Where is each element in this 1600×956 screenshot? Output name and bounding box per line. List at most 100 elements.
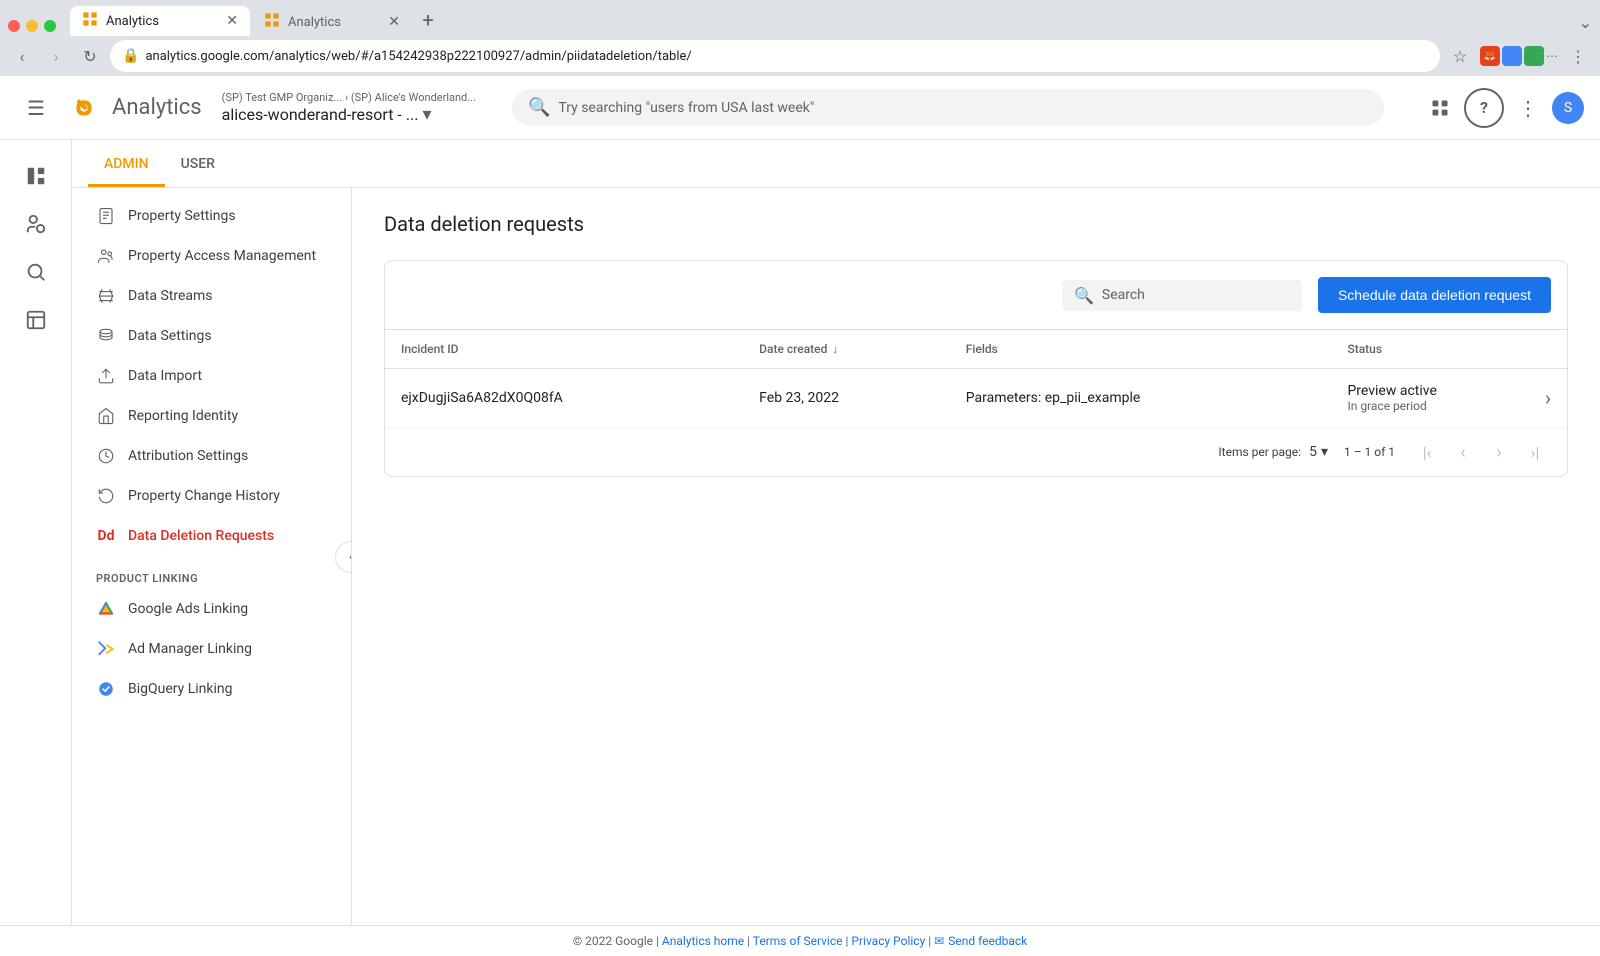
ext2[interactable] — [1502, 46, 1522, 66]
tab2-label: Analytics — [288, 15, 341, 30]
sidebar-item-property-settings[interactable]: Property Settings — [72, 196, 351, 236]
left-nav-icons — [0, 140, 72, 925]
main-area: ADMIN USER Property Settings — [0, 140, 1600, 925]
avatar[interactable]: S — [1552, 92, 1584, 124]
app-header: ☰ Analytics (SP) Test GMP Organiz... › (… — [0, 76, 1600, 140]
next-page-button[interactable]: › — [1483, 436, 1515, 468]
sidebar-item-label: Attribution Settings — [128, 448, 248, 464]
browser-chrome: Analytics ✕ Analytics ✕ + ⌄ ‹ › ↻ 🔒 anal… — [0, 0, 1600, 76]
header-actions: ? ⋮ S — [1420, 88, 1584, 128]
more-button[interactable]: ⋮ — [1508, 88, 1548, 128]
feedback-icon: ✉ — [934, 934, 944, 948]
sidebar-item-ad-manager[interactable]: Ad Manager Linking — [72, 629, 351, 669]
new-tab-button[interactable]: + — [414, 6, 442, 34]
sidebar-item-data-settings[interactable]: Data Settings — [72, 316, 351, 356]
app-name: Analytics — [112, 95, 202, 120]
status-sub: In grace period — [1347, 399, 1436, 413]
footer-terms-of-service[interactable]: Terms of Service — [753, 934, 843, 948]
sidebar-item-attribution-settings[interactable]: Attribution Settings — [72, 436, 351, 476]
help-button[interactable]: ? — [1464, 88, 1504, 128]
sidebar-item-label: BigQuery Linking — [128, 681, 233, 697]
maximize-btn[interactable] — [44, 20, 56, 32]
minimize-btn[interactable] — [26, 20, 38, 32]
attribution-icon — [96, 446, 116, 466]
address-bar-row: ‹ › ↻ 🔒 analytics.google.com/analytics/w… — [0, 36, 1600, 76]
tab-user[interactable]: USER — [165, 144, 231, 187]
ext3[interactable] — [1524, 46, 1544, 66]
tab-close-icon[interactable]: ✕ — [226, 13, 238, 29]
page-info: 1 – 1 of 1 — [1344, 445, 1395, 459]
bookmark-icon[interactable]: ☆ — [1446, 42, 1474, 70]
sidebar-item-label: Property Access Management — [128, 248, 316, 264]
per-page-select[interactable]: 5 ▾ — [1309, 444, 1328, 460]
tab-admin[interactable]: ADMIN — [88, 144, 165, 187]
last-page-button[interactable]: ›| — [1519, 436, 1551, 468]
footer-privacy-policy[interactable]: Privacy Policy — [851, 934, 925, 948]
prev-page-button[interactable]: ‹ — [1447, 436, 1479, 468]
pagination: Items per page: 5 ▾ 1 – 1 of 1 |‹ ‹ › — [385, 428, 1567, 476]
property-name[interactable]: alices-wonderand-resort - ... ▾ — [222, 104, 476, 125]
app-footer: © 2022 Google | Analytics home | Terms o… — [0, 925, 1600, 956]
main-panel: Data deletion requests 🔍 Search Schedule… — [352, 188, 1600, 925]
tab-label: Analytics — [106, 14, 159, 29]
sidebar-item-label: Data Deletion Requests — [128, 528, 274, 544]
ext1[interactable]: 🦊 — [1480, 46, 1500, 66]
col-date-created[interactable]: Date created ↓ — [743, 330, 950, 369]
sidebar-item-google-ads[interactable]: Google Ads Linking — [72, 589, 351, 629]
table-search-box[interactable]: 🔍 Search — [1062, 280, 1302, 311]
tab-bar: Analytics ✕ Analytics ✕ + ⌄ — [0, 0, 1600, 36]
sidebar-item-property-access[interactable]: Property Access Management — [72, 236, 351, 276]
schedule-deletion-button[interactable]: Schedule data deletion request — [1318, 277, 1551, 313]
tab2-favicon — [264, 12, 280, 32]
sidebar-item-data-streams[interactable]: Data Streams — [72, 276, 351, 316]
sidebar-item-data-import[interactable]: Data Import — [72, 356, 351, 396]
sidebar-item-reporting-identity[interactable]: Reporting Identity — [72, 396, 351, 436]
data-table: Incident ID Date created ↓ Fields — [385, 330, 1567, 428]
apps-button[interactable] — [1420, 88, 1460, 128]
admin-content: Property Settings Property Access Manage… — [72, 188, 1600, 925]
search-text: Search — [1102, 287, 1145, 303]
breadcrumb: (SP) Test GMP Organiz... › (SP) Alice's … — [222, 91, 476, 104]
footer-analytics-home[interactable]: Analytics home — [662, 934, 744, 948]
people-icon — [96, 246, 116, 266]
url-bar[interactable]: 🔒 analytics.google.com/analytics/web/#/a… — [110, 40, 1440, 72]
sidebar-item-property-change-history[interactable]: Property Change History — [72, 476, 351, 516]
tab-list-icon[interactable]: ⌄ — [1579, 13, 1592, 32]
cell-status[interactable]: Preview active In grace period › — [1331, 369, 1567, 428]
reload-button[interactable]: ↻ — [76, 42, 104, 70]
items-per-page: Items per page: 5 ▾ — [1218, 444, 1328, 460]
header-search[interactable]: 🔍 Try searching "users from USA last wee… — [512, 89, 1384, 126]
nav-icon-explore[interactable] — [16, 252, 56, 292]
back-button[interactable]: ‹ — [8, 42, 36, 70]
sidebar-item-bigquery[interactable]: BigQuery Linking — [72, 669, 351, 709]
sidebar-item-label: Data Settings — [128, 328, 212, 344]
first-page-button[interactable]: |‹ — [1411, 436, 1443, 468]
col-incident-id: Incident ID — [385, 330, 743, 369]
browser-menu[interactable]: ⋮ — [1564, 42, 1592, 70]
tab-active[interactable]: Analytics ✕ — [70, 6, 250, 36]
hamburger-button[interactable]: ☰ — [16, 88, 56, 128]
forward-button[interactable]: › — [42, 42, 70, 70]
lock-icon: 🔒 — [122, 48, 139, 64]
nav-icon-reports[interactable] — [16, 204, 56, 244]
history-icon — [96, 486, 116, 506]
tab-inactive[interactable]: Analytics ✕ — [252, 8, 412, 36]
nav-icon-advertising[interactable] — [16, 300, 56, 340]
page-nav: |‹ ‹ › ›| — [1411, 436, 1551, 468]
sidebar-item-label: Data Streams — [128, 288, 213, 304]
cell-date-created: Feb 23, 2022 — [743, 369, 950, 428]
per-page-dropdown-icon: ▾ — [1321, 444, 1328, 460]
more-extensions[interactable]: ⋯ — [1546, 46, 1558, 66]
identity-icon — [96, 406, 116, 426]
close-btn[interactable] — [8, 20, 20, 32]
row-chevron-right-icon[interactable]: › — [1545, 386, 1551, 410]
tab2-close-icon[interactable]: ✕ — [388, 14, 400, 30]
col-fields: Fields — [950, 330, 1332, 369]
streams-icon — [96, 286, 116, 306]
nav-icon-home[interactable] — [16, 156, 56, 196]
sidebar-item-data-deletion-requests[interactable]: Dd Data Deletion Requests — [72, 516, 351, 556]
sidebar-item-label: Property Settings — [128, 208, 236, 224]
footer-send-feedback[interactable]: ✉ Send feedback — [934, 934, 1027, 948]
app-wrapper: ☰ Analytics (SP) Test GMP Organiz... › (… — [0, 76, 1600, 956]
sidebar-item-label: Google Ads Linking — [128, 601, 248, 617]
